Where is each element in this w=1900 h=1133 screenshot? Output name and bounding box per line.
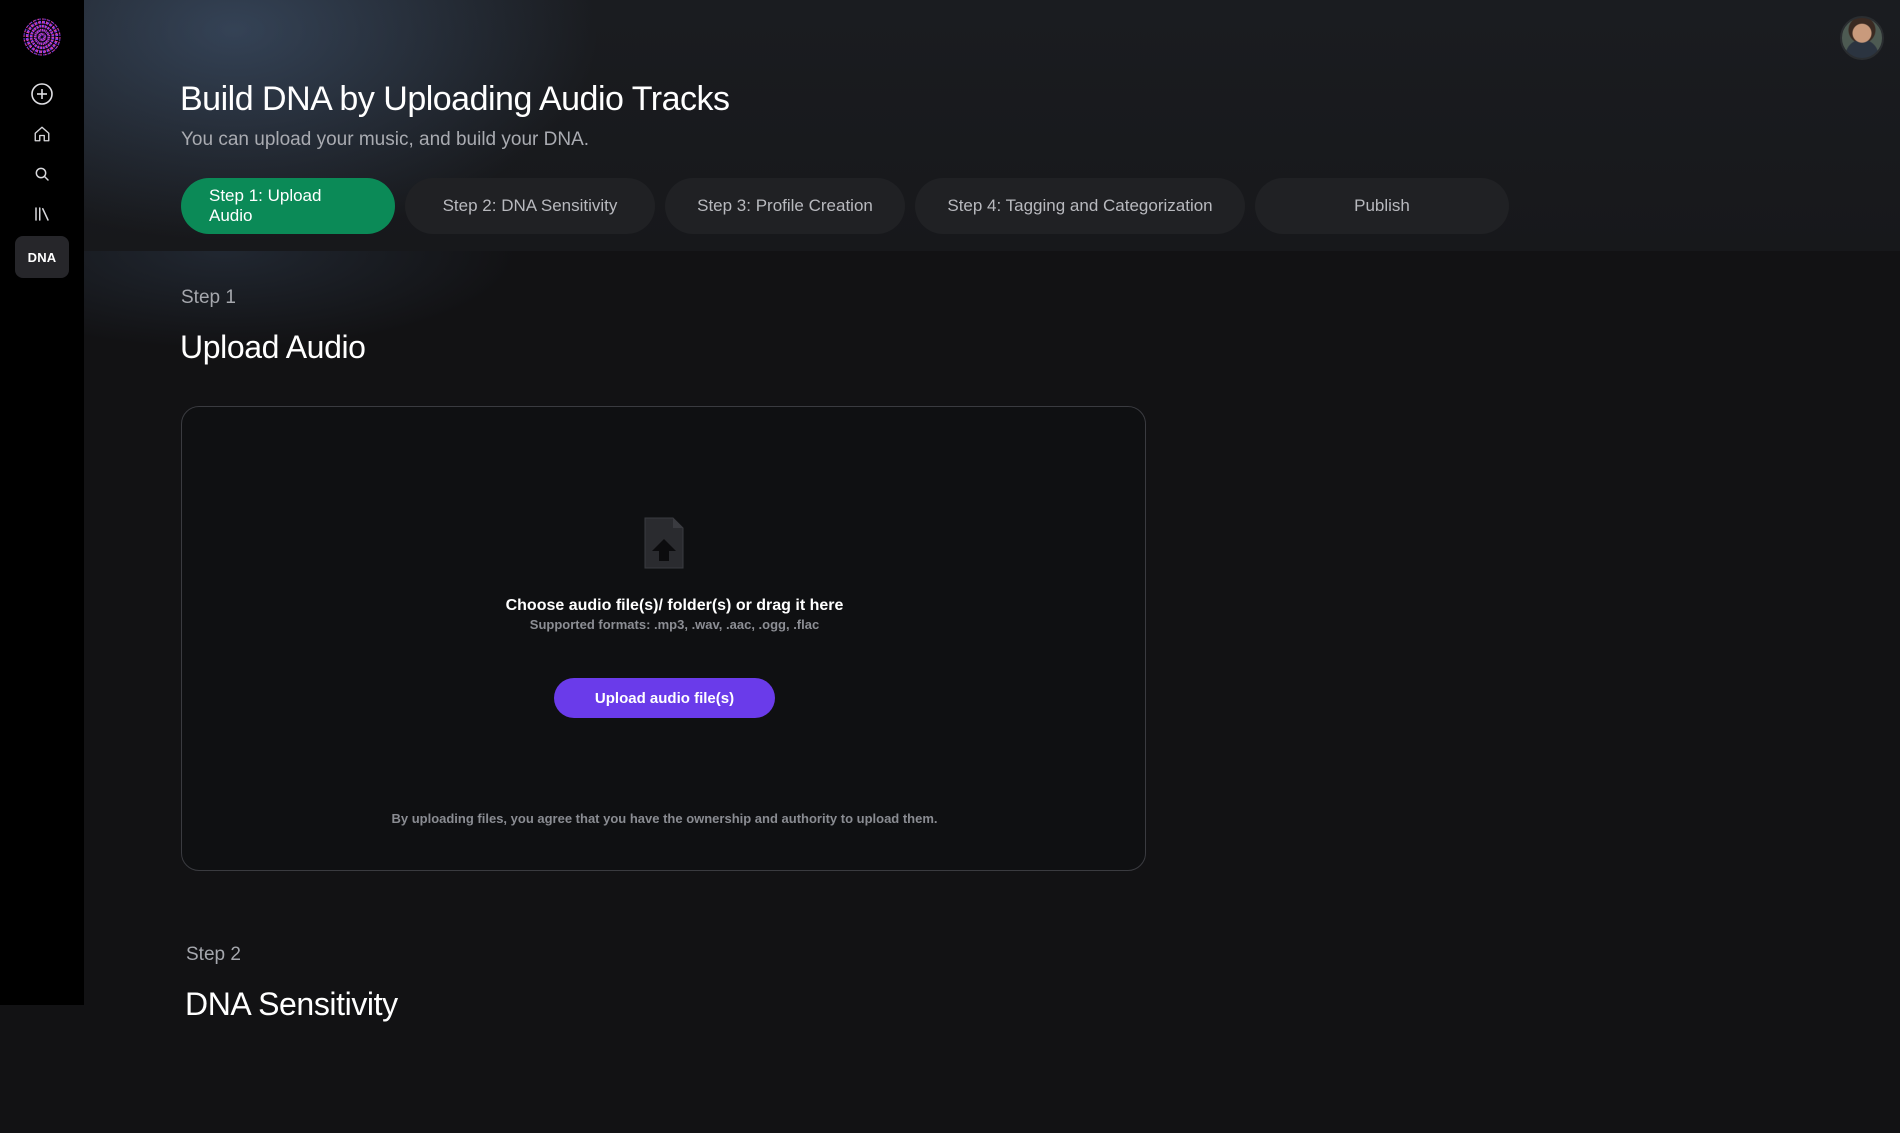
upload-disclaimer: By uploading files, you agree that you h…: [391, 811, 938, 826]
home-button[interactable]: [15, 114, 69, 154]
page-title: Build DNA by Uploading Audio Tracks: [180, 80, 730, 118]
dna-sensitivity-title: DNA Sensitivity: [185, 986, 398, 1022]
supported-formats: Supported formats: .mp3, .wav, .aac, .og…: [529, 617, 820, 632]
upload-audio-button[interactable]: Upload audio file(s): [554, 678, 775, 718]
brand-logo[interactable]: [23, 18, 61, 56]
library-icon: [33, 205, 51, 223]
tab-publish[interactable]: Publish: [1255, 178, 1509, 234]
step-1-label: Step 1: [181, 287, 236, 308]
dna-nav-button[interactable]: DNA: [15, 236, 69, 278]
tab-step-2-dna-sensitivity[interactable]: Step 2: DNA Sensitivity: [405, 178, 655, 234]
page-subtitle: You can upload your music, and build you…: [181, 129, 590, 150]
tab-step-4-tagging[interactable]: Step 4: Tagging and Categorization: [915, 178, 1245, 234]
sidebar: DNA: [0, 0, 84, 1005]
upload-audio-title: Upload Audio: [180, 329, 366, 365]
create-button[interactable]: [15, 74, 69, 114]
tab-step-1-upload-audio[interactable]: Step 1: Upload Audio: [181, 178, 395, 234]
avatar[interactable]: [1840, 16, 1884, 60]
search-icon: [34, 166, 50, 182]
library-button[interactable]: [15, 194, 69, 234]
upload-dropzone[interactable]: Choose audio file(s)/ folder(s) or drag …: [181, 406, 1146, 871]
plus-circle-icon: [30, 82, 54, 106]
file-upload-icon: [644, 517, 684, 569]
upload-heading: Choose audio file(s)/ folder(s) or drag …: [505, 597, 844, 614]
search-button[interactable]: [15, 154, 69, 194]
home-icon: [33, 125, 51, 143]
step-2-label: Step 2: [186, 944, 241, 965]
tab-step-3-profile-creation[interactable]: Step 3: Profile Creation: [665, 178, 905, 234]
step-tabs: Step 1: Upload Audio Step 2: DNA Sensiti…: [181, 178, 1509, 234]
